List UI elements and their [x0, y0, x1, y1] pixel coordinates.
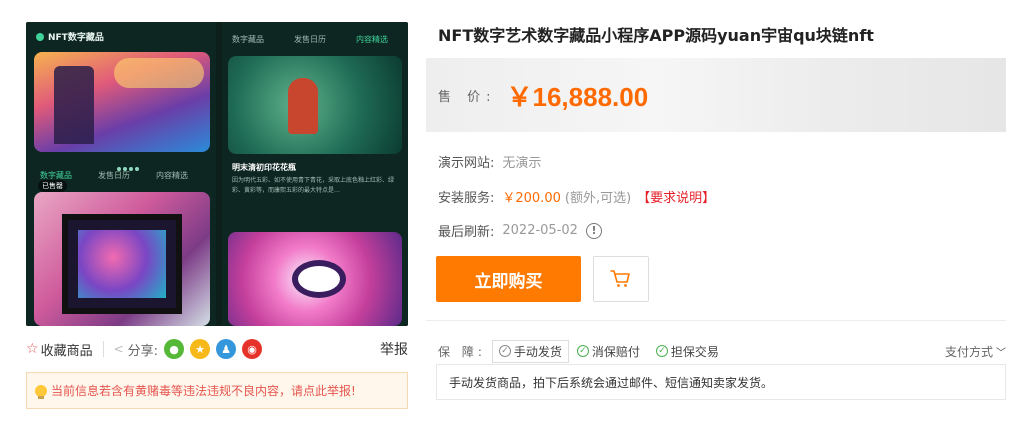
install-service-price: ￥200.00: [502, 191, 561, 206]
guarantee-description: 手动发货商品，拍下后系统会通过邮件、短信通知卖家发货。: [436, 364, 1006, 400]
demo-site-value: 无演示: [502, 156, 542, 171]
guarantee-item-label: 消保赔付: [591, 344, 640, 359]
product-image[interactable]: NFT数字藏品 数字藏品 发售日历 内容精选 已售罄 数字藏品 发售日历 内容精…: [26, 22, 408, 326]
app-tab: 发售日历: [98, 171, 130, 180]
favorite-label: 收藏商品: [40, 343, 93, 359]
price-box: 售 价: ￥16,888.00: [426, 58, 1006, 132]
share-label: 分享:: [127, 343, 159, 359]
share-group: < 分享: ● ★ ♟ ◉: [113, 339, 263, 359]
divider: [102, 341, 104, 357]
install-service-note: (额外,可选): [564, 191, 632, 206]
qq-icon[interactable]: ♟: [216, 339, 237, 359]
app-tab: 数字藏品: [232, 35, 264, 44]
check-circle-icon: ✓: [498, 345, 511, 357]
app-tabs: 数字藏品 发售日历 内容精选: [232, 34, 388, 45]
last-refresh-date: 2022-05-02: [502, 223, 578, 238]
cart-icon: [610, 270, 630, 287]
app-banner: [34, 52, 210, 152]
app-tab: 内容精选: [156, 171, 188, 180]
payment-method-dropdown[interactable]: 支付方式 ﹀: [945, 343, 1006, 360]
guarantee-consumer-protection[interactable]: ✓ 消保赔付: [576, 343, 640, 360]
product-title: NFT数字艺术数字藏品小程序APP源码yuan宇宙qu块链nft: [438, 26, 874, 45]
last-refresh-row: 最后刷新: 2022-05-02 !: [438, 221, 602, 240]
report-link[interactable]: 举报: [380, 339, 408, 359]
share-icon: <: [113, 342, 124, 356]
report-notice[interactable]: 当前信息若含有黄赌毒等违法违规不良内容，请点此举报!: [26, 372, 408, 409]
app-screenshot-right: 数字藏品 发售日历 内容精选 明末清初印花花瓶 因为明代五彩、如不使用青下青花，…: [222, 22, 408, 326]
demo-site-label: 演示网站:: [438, 156, 495, 171]
app-card-title: 明末清初印花花瓶: [232, 163, 296, 172]
star-icon: ☆: [26, 341, 39, 357]
lightbulb-icon: [35, 384, 47, 399]
check-circle-icon: ✓: [576, 345, 589, 357]
app-brand: NFT数字藏品: [36, 30, 104, 43]
app-screenshot-left: NFT数字藏品 数字藏品 发售日历 内容精选 已售罄: [26, 22, 216, 326]
install-service-label: 安装服务:: [438, 191, 495, 206]
chevron-down-icon: ﹀: [996, 347, 1006, 359]
notice-text: 当前信息若含有黄赌毒等违法违规不良内容，请点此举报!: [51, 384, 356, 398]
guarantee-escrow[interactable]: ✓ 担保交易: [655, 343, 719, 360]
payment-method-label: 支付方式: [944, 344, 993, 359]
product-actions: ☆ 收藏商品 < 分享: ● ★ ♟ ◉ 举报: [26, 338, 408, 360]
price-label: 售 价:: [438, 89, 497, 105]
app-tab: 发售日历: [294, 35, 326, 44]
section-divider: [426, 320, 1006, 321]
weibo-icon[interactable]: ◉: [242, 339, 263, 359]
qzone-icon[interactable]: ★: [190, 339, 211, 359]
price-value: ￥16,888.00: [506, 81, 649, 112]
app-art-card: [228, 232, 402, 326]
favorite-button[interactable]: ☆ 收藏商品: [26, 340, 93, 359]
guarantee-row: 保 障: ✓ 手动发货 ✓ 消保赔付 ✓ 担保交易 支付方式 ﹀: [438, 339, 1006, 363]
wechat-icon[interactable]: ●: [164, 339, 185, 359]
guarantee-item-label: 担保交易: [670, 344, 719, 359]
app-logo-icon: [36, 33, 44, 41]
app-card-text: 因为明代五彩、如不使用青下青花，采取上底色釉上红彩、绿彩、黄彩等，而康熙五彩的最…: [232, 177, 395, 194]
guarantee-manual-delivery[interactable]: ✓ 手动发货: [491, 339, 569, 363]
check-circle-icon: ✓: [655, 345, 668, 357]
info-icon[interactable]: !: [585, 222, 602, 239]
guarantee-item-label: 手动发货: [513, 344, 562, 359]
demo-site-row: 演示网站: 无演示: [438, 152, 541, 171]
sold-out-badge: 已售罄: [38, 180, 67, 192]
app-nft-card: [34, 192, 210, 326]
app-brand-text: NFT数字藏品: [48, 33, 104, 43]
guarantee-label: 保 障:: [438, 344, 486, 359]
install-service-row: 安装服务: ￥200.00 (额外,可选) 【要求说明】: [438, 187, 715, 206]
install-requirements-link[interactable]: 【要求说明】: [637, 187, 715, 206]
last-refresh-label: 最后刷新:: [438, 225, 495, 240]
app-tab: 内容精选: [356, 35, 388, 44]
app-art-card: [228, 56, 402, 154]
buy-now-button[interactable]: 立即购买: [436, 256, 581, 302]
add-to-cart-button[interactable]: [593, 256, 649, 302]
